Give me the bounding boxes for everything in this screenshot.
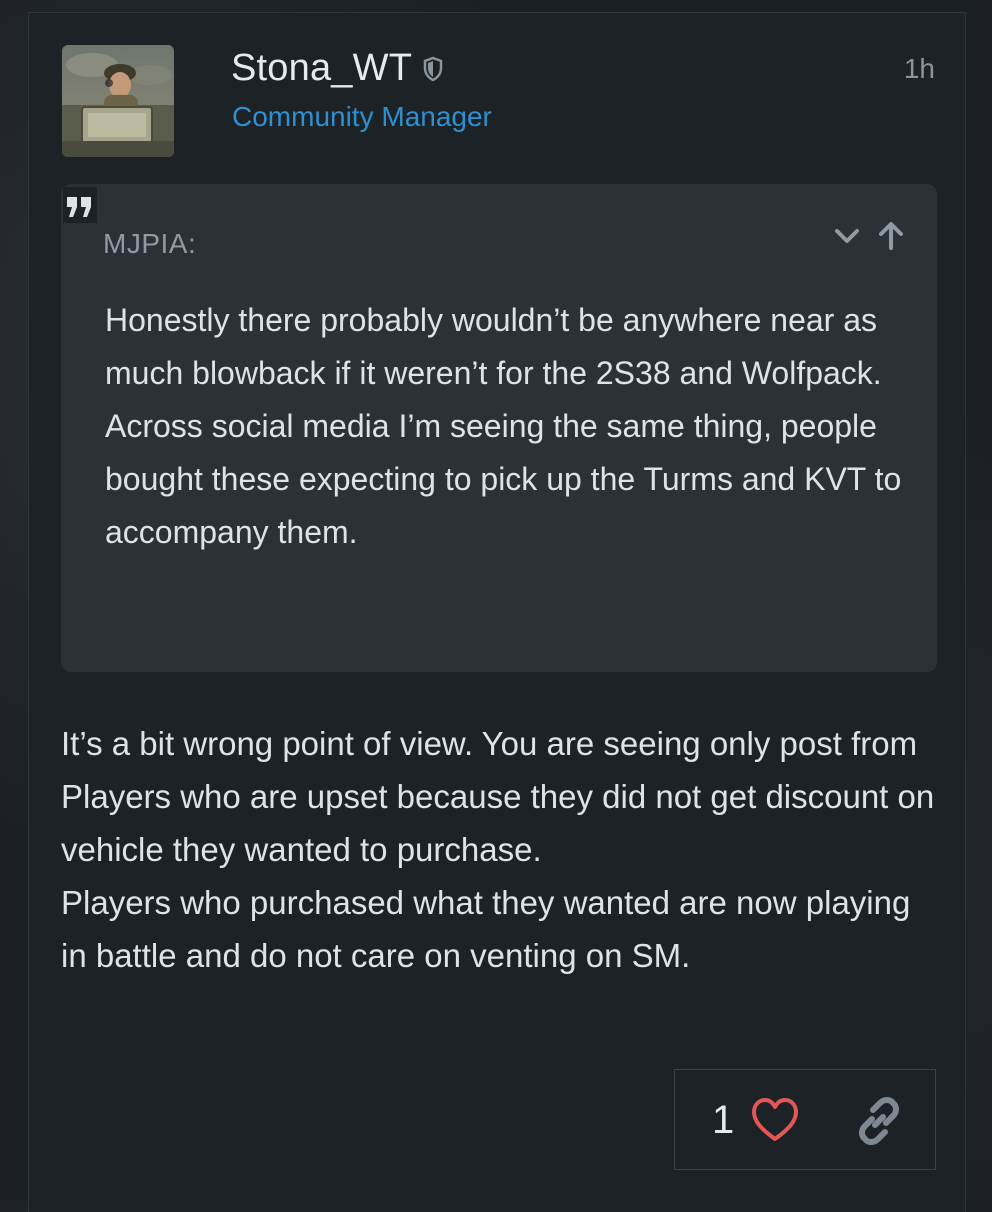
forum-post: Stona_WT Community Manager 1h MJPIA: Hon… (28, 12, 966, 1212)
quote-author[interactable]: MJPIA: (103, 228, 196, 260)
link-icon[interactable] (853, 1095, 905, 1147)
shield-icon (423, 56, 443, 81)
post-body: It’s a bit wrong point of view. You are … (61, 717, 941, 982)
post-time[interactable]: 1h (904, 53, 935, 85)
quote-block: MJPIA: Honestly there probably wouldn’t … (61, 184, 937, 672)
quote-icon (63, 187, 97, 223)
post-paragraph: It’s a bit wrong point of view. You are … (61, 725, 935, 868)
chevron-down-icon (835, 229, 859, 243)
post-actions: 1 (674, 1069, 936, 1170)
avatar-image (62, 45, 174, 157)
heart-icon[interactable] (751, 1097, 799, 1143)
quote-expand-button[interactable] (831, 220, 863, 252)
post-paragraph: Players who purchased what they wanted a… (61, 884, 911, 974)
like-count[interactable]: 1 (712, 1098, 734, 1143)
username[interactable]: Stona_WT (231, 47, 444, 90)
quote-controls (831, 220, 907, 252)
username-text[interactable]: Stona_WT (231, 47, 412, 90)
quote-paragraph: Across social media I’m seeing the same … (105, 408, 902, 550)
arrow-up-icon (879, 222, 903, 250)
quote-glyph (67, 197, 91, 217)
quote-jump-button[interactable] (875, 220, 907, 252)
quote-text: Honestly there probably wouldn’t be anyw… (105, 294, 915, 559)
avatar[interactable] (62, 45, 174, 157)
user-title: Community Manager (232, 101, 492, 132)
quote-paragraph: Honestly there probably wouldn’t be anyw… (105, 302, 882, 391)
